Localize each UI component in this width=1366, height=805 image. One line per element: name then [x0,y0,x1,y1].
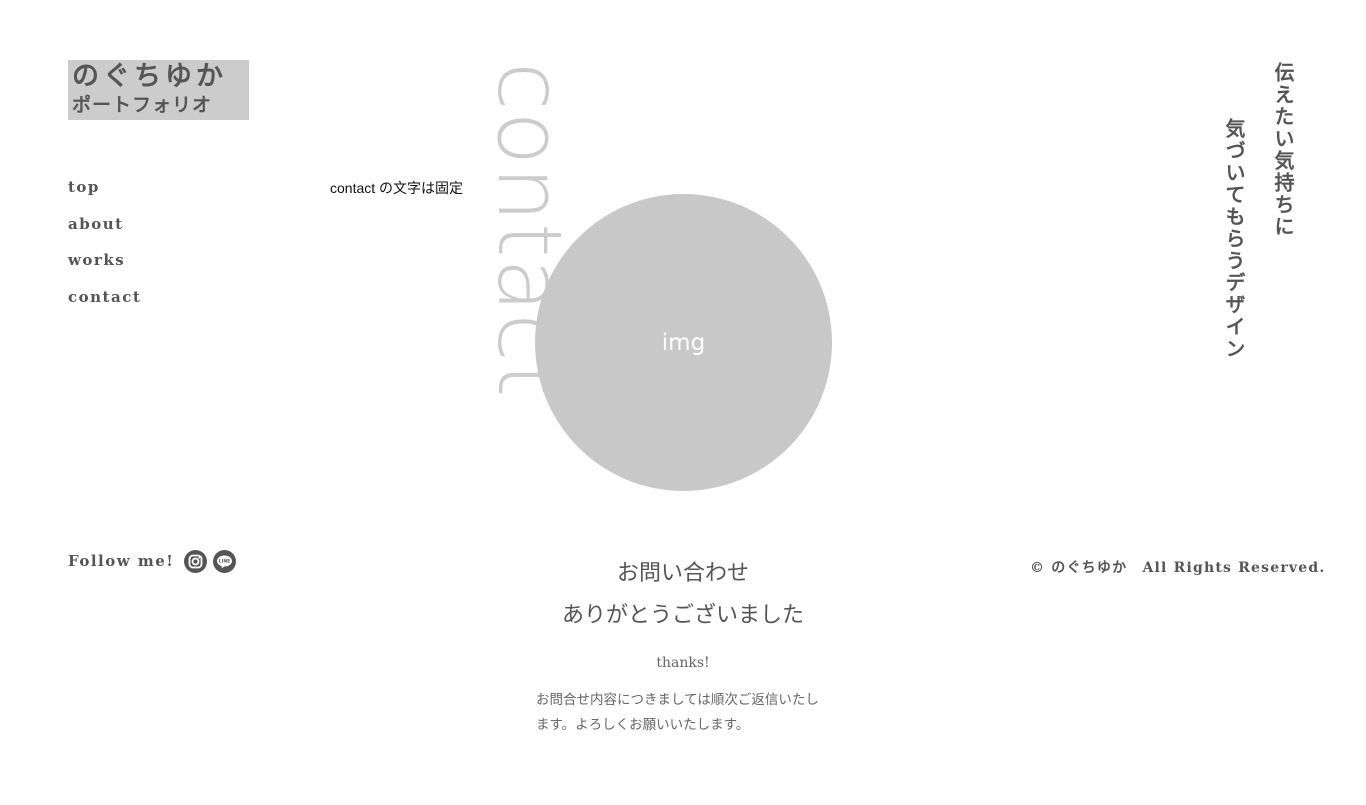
follow-label: Follow me! [68,552,175,570]
tagline-line1: 伝えたい気持ちに [1271,62,1295,238]
copyright: © のぐちゆか All Rights Reserved. [1030,560,1326,576]
thanks-title-line2: ありがとうございました [561,603,804,628]
logo-subtitle: ポートフォリオ [72,94,213,116]
line-icon-text: LINE [219,558,230,564]
line-icon[interactable]: LINE [213,549,237,573]
thanks-title-line1: お問い合わせ [616,561,749,586]
nav-item-contact[interactable]: contact [68,287,141,324]
thanks-subtitle: thanks! [656,655,710,671]
site-logo[interactable]: のぐちゆか ポートフォリオ [68,60,249,120]
nav-item-about[interactable]: about [68,214,141,251]
main-nav: top about works contact [68,177,141,323]
tagline-line2: 気づいてもらうデザイン [1222,118,1246,360]
image-placeholder: img [535,194,832,491]
nav-item-works[interactable]: works [68,250,141,287]
follow-section: Follow me! LINE [68,548,242,574]
thanks-message: お問合せ内容につきましては順次ご返信いたします。よろしくお願いいたします。 [536,692,819,733]
thanks-section: お問い合わせ ありがとうございました thanks! お問合せ内容につきましては… [533,553,833,738]
nav-item-top[interactable]: top [68,177,141,214]
image-placeholder-label: img [661,329,706,356]
logo-name: のぐちゆか [72,61,227,92]
fixed-text-note: contact の文字は固定 [330,180,464,196]
instagram-icon[interactable] [184,549,208,573]
